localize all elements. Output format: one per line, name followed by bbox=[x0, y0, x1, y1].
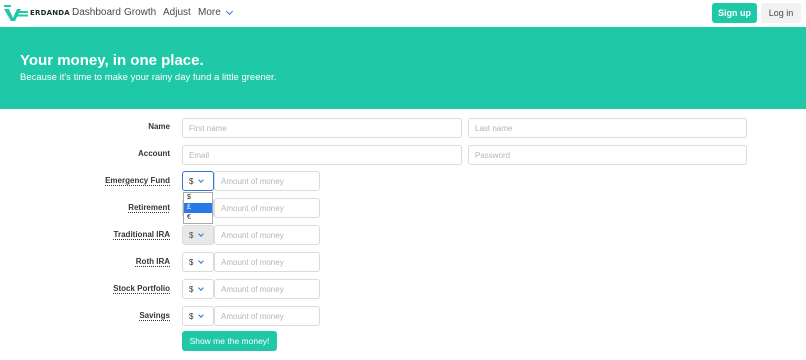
traditional-ira-currency-select[interactable]: $ bbox=[182, 225, 214, 245]
nav-dashboard[interactable]: Dashboard bbox=[72, 7, 121, 19]
chevron-down-icon bbox=[198, 176, 205, 183]
first-name-input[interactable] bbox=[182, 118, 462, 138]
emergency-fund-amount-input[interactable] bbox=[214, 171, 320, 191]
logo-mark-icon bbox=[4, 5, 28, 21]
savings-currency-select[interactable]: $ bbox=[182, 306, 214, 326]
nav-adjust[interactable]: Adjust bbox=[163, 7, 191, 19]
currency-option-dollar[interactable]: $ bbox=[184, 193, 212, 203]
name-label: Name bbox=[148, 122, 170, 131]
submit-button[interactable]: Show me the money! bbox=[182, 331, 277, 351]
traditional-ira-amount-input[interactable] bbox=[214, 225, 320, 245]
currency-option-euro[interactable]: € bbox=[184, 213, 212, 223]
brand-name: ERDANDA bbox=[30, 9, 70, 17]
currency-value: $ bbox=[189, 284, 194, 294]
last-name-input[interactable] bbox=[468, 118, 747, 138]
stock-portfolio-amount-input[interactable] bbox=[214, 279, 320, 299]
currency-option-pound[interactable]: £ bbox=[184, 203, 212, 213]
stock-portfolio-label: Stock Portfolio bbox=[113, 284, 170, 293]
hero-subtitle: Because it's time to make your rainy day… bbox=[20, 72, 277, 83]
chevron-down-icon bbox=[225, 7, 233, 16]
traditional-ira-label: Traditional IRA bbox=[113, 230, 170, 239]
savings-label: Savings bbox=[139, 311, 170, 320]
currency-value: $ bbox=[189, 176, 194, 186]
emergency-fund-label: Emergency Fund bbox=[105, 176, 170, 185]
brand-logo[interactable]: ERDANDA bbox=[4, 5, 70, 21]
currency-value: $ bbox=[189, 257, 194, 267]
email-input[interactable] bbox=[182, 145, 462, 165]
roth-ira-label: Roth IRA bbox=[135, 257, 170, 266]
stock-portfolio-currency-select[interactable]: $ bbox=[182, 279, 214, 299]
currency-dropdown-list: $ £ € bbox=[183, 192, 213, 224]
roth-ira-amount-input[interactable] bbox=[214, 252, 320, 272]
nav-more[interactable]: More bbox=[198, 7, 233, 19]
chevron-down-icon bbox=[198, 284, 205, 291]
currency-value: $ bbox=[189, 311, 194, 321]
emergency-fund-currency-select[interactable]: $ bbox=[182, 171, 214, 191]
hero-title: Your money, in one place. bbox=[20, 52, 204, 69]
currency-value: $ bbox=[189, 230, 194, 240]
retirement-label: Retirement bbox=[128, 203, 170, 212]
password-input[interactable] bbox=[468, 145, 747, 165]
nav-growth[interactable]: Growth bbox=[124, 7, 156, 19]
retirement-amount-input[interactable] bbox=[214, 198, 320, 218]
chevron-down-icon bbox=[198, 257, 205, 264]
roth-ira-currency-select[interactable]: $ bbox=[182, 252, 214, 272]
account-label: Account bbox=[138, 149, 170, 158]
hero-banner: Your money, in one place. Because it's t… bbox=[0, 27, 806, 109]
login-button[interactable]: Log in bbox=[761, 3, 801, 23]
savings-amount-input[interactable] bbox=[214, 306, 320, 326]
navbar: ERDANDA Dashboard Growth Adjust More Sig… bbox=[0, 0, 806, 27]
nav-more-label: More bbox=[198, 7, 221, 18]
chevron-down-icon bbox=[198, 230, 205, 237]
signup-button[interactable]: Sign up bbox=[712, 3, 757, 23]
chevron-down-icon bbox=[198, 311, 205, 318]
